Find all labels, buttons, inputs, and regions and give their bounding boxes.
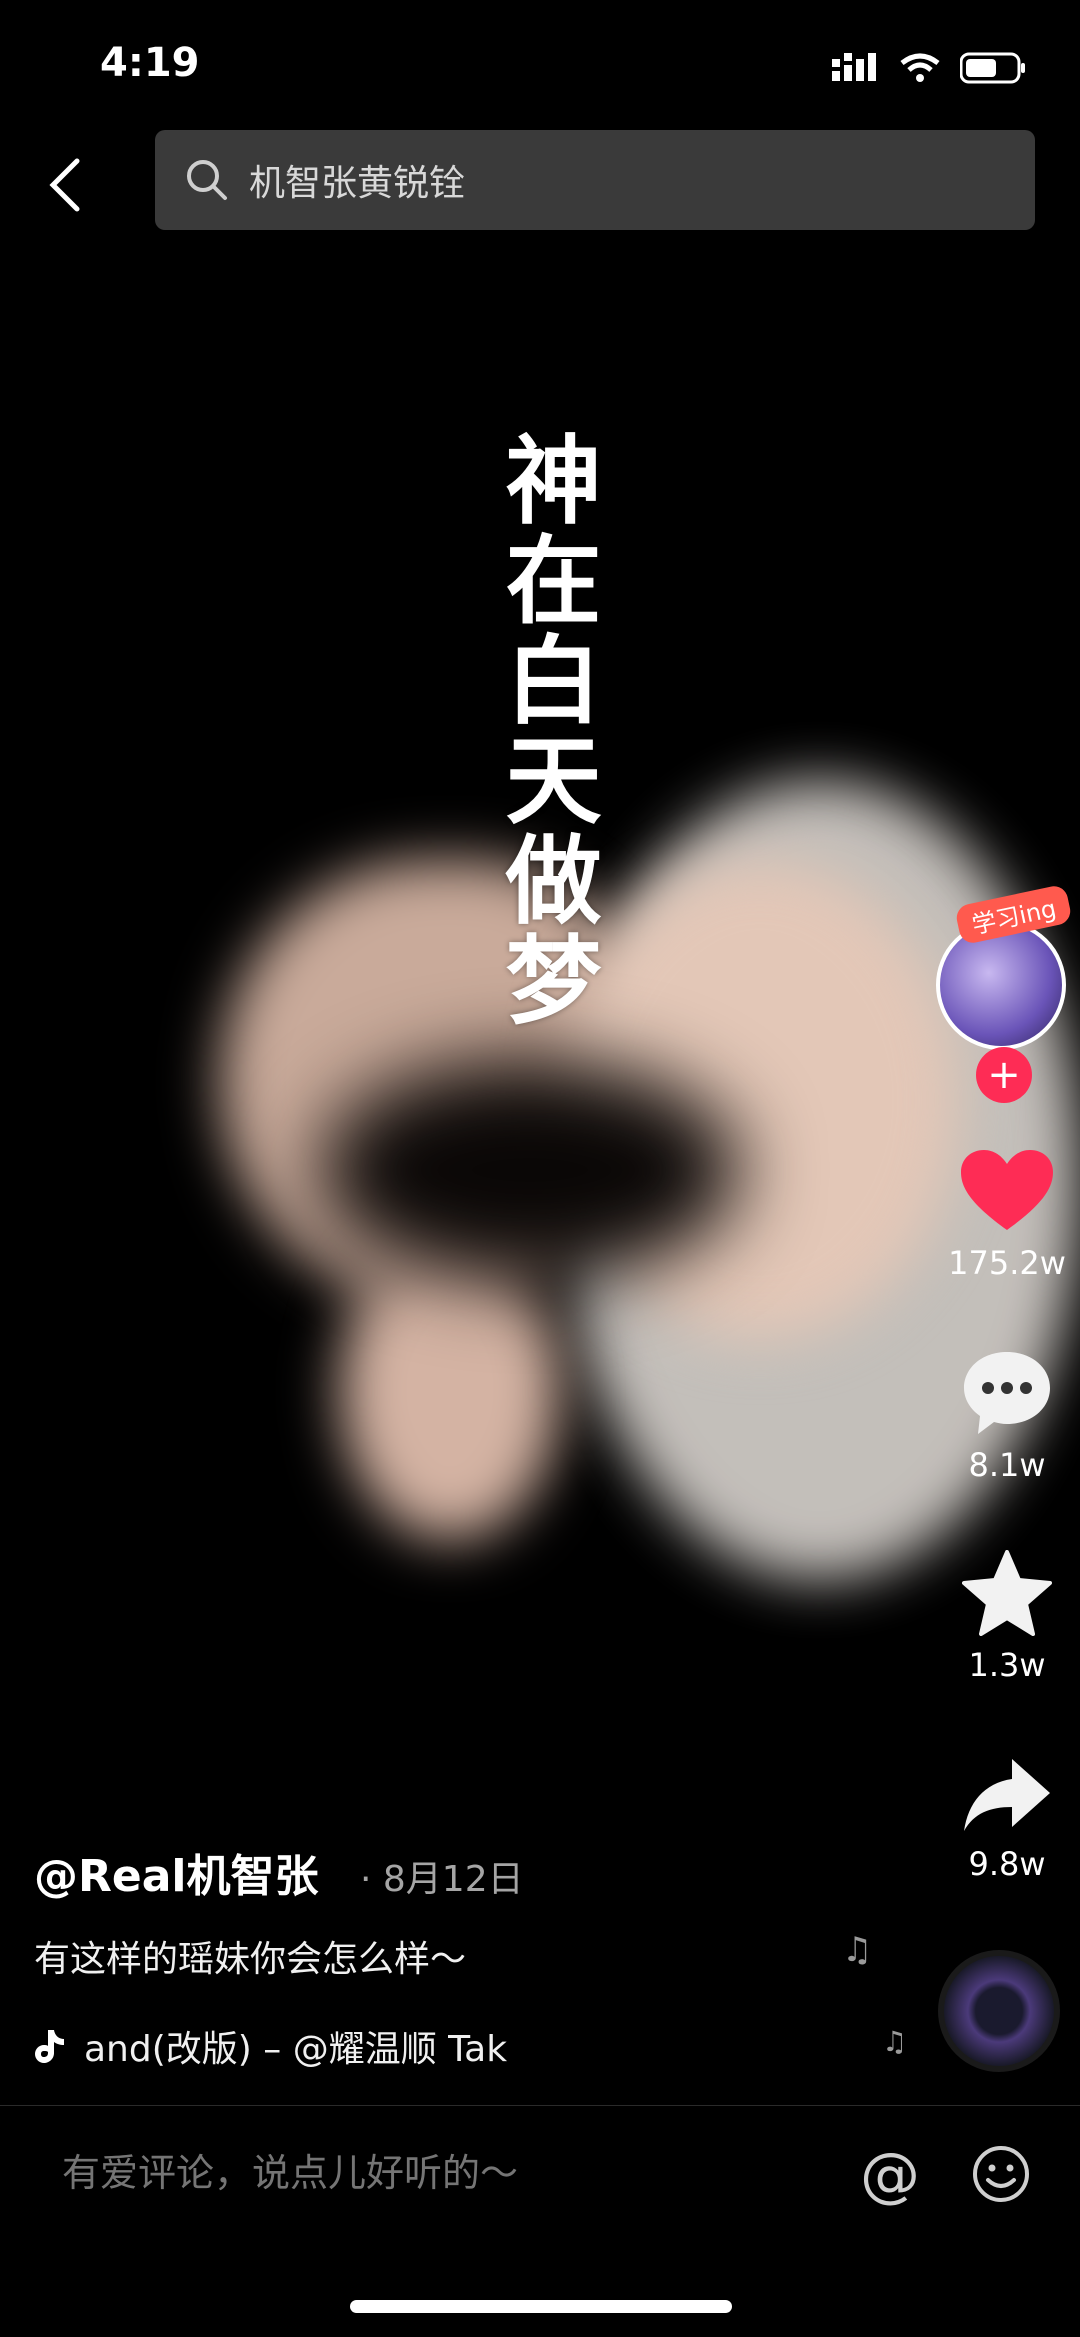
back-button[interactable] xyxy=(30,145,100,225)
mention-button[interactable]: @ xyxy=(860,2140,920,2210)
chevron-left-icon xyxy=(49,158,80,212)
bottom-divider xyxy=(0,2105,1080,2106)
favorite-button[interactable]: 1.3w xyxy=(942,1550,1072,1684)
share-arrow-icon xyxy=(964,1759,1050,1831)
video-shadow xyxy=(320,1060,740,1280)
home-indicator xyxy=(350,2300,732,2313)
comment-icon xyxy=(964,1352,1050,1434)
share-button[interactable]: 9.8w xyxy=(942,1755,1072,1883)
star-icon xyxy=(962,1550,1052,1636)
emoji-button[interactable] xyxy=(972,2145,1030,2203)
like-count: 175.2w xyxy=(948,1244,1066,1282)
post-description: 有这样的瑶妹你会怎么样～ xyxy=(34,1939,467,1980)
video-subject-shoulder xyxy=(340,1240,560,1540)
battery-icon xyxy=(960,52,1025,84)
music-ticker[interactable]: and(改版) – @耀温顺 Tak xyxy=(34,2020,594,2072)
wifi-icon xyxy=(900,53,940,82)
comment-count: 8.1w xyxy=(968,1446,1046,1484)
comment-button[interactable]: 8.1w xyxy=(942,1350,1072,1484)
status-icons xyxy=(826,48,1026,88)
creator-avatar[interactable] xyxy=(936,920,1066,1050)
author-name[interactable]: @Real机智张 xyxy=(34,1840,319,1904)
share-count: 9.8w xyxy=(968,1845,1046,1883)
comment-input[interactable] xyxy=(60,2150,824,2196)
search-icon xyxy=(187,160,227,200)
smiley-icon xyxy=(973,2146,1029,2202)
search-bar[interactable]: 机智张黄锐铨 xyxy=(155,130,1035,230)
like-button[interactable]: 175.2w xyxy=(942,1150,1072,1282)
status-time: 4:19 xyxy=(100,40,200,86)
heart-icon xyxy=(961,1150,1053,1230)
music-track: and(改版) – @耀温顺 Tak xyxy=(84,2029,508,2070)
tiktok-note-icon xyxy=(35,2030,64,2063)
cellular-signal-icon xyxy=(832,53,876,81)
music-note-icon: ♫ xyxy=(842,1930,873,1970)
music-disc[interactable] xyxy=(938,1950,1060,2072)
music-note-icon: ♫ xyxy=(882,2025,908,2058)
post-date: · 8月12日 xyxy=(360,1859,524,1900)
follow-button[interactable]: + xyxy=(976,1047,1032,1103)
favorite-count: 1.3w xyxy=(968,1646,1046,1684)
search-query: 机智张黄锐铨 xyxy=(249,163,466,204)
video-overlay-text: 神在白天做梦 xyxy=(489,430,601,1030)
